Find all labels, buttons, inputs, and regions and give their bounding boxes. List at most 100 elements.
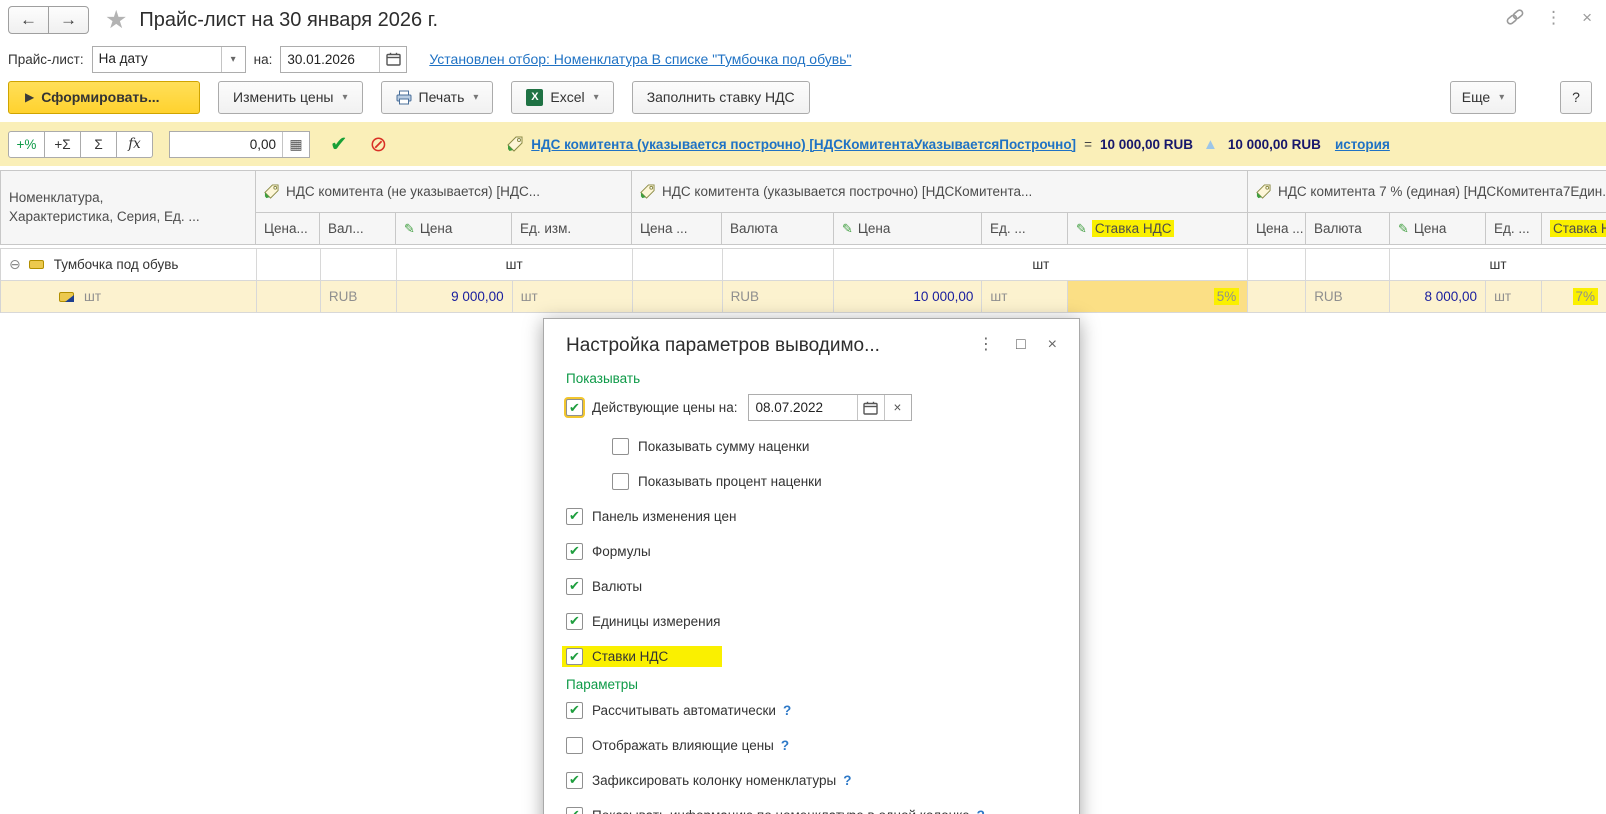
price-type-group-header[interactable]: НДС комитента 7 % (единая) [НДСКомитента… xyxy=(1248,170,1606,213)
price-type-group-header[interactable]: НДС комитента (указывается построчно) [Н… xyxy=(632,170,1248,213)
add-percent-button[interactable]: +% xyxy=(8,130,45,158)
kebab-menu-icon[interactable]: ⋮ xyxy=(1545,9,1562,26)
column-header[interactable]: Цена ... xyxy=(632,213,722,245)
column-header[interactable]: ✎ Цена xyxy=(1390,213,1486,245)
column-header[interactable]: ✎ Цена xyxy=(834,213,982,245)
clear-date-icon[interactable]: × xyxy=(883,395,911,420)
vat-rate-cell[interactable]: 7% xyxy=(1542,281,1606,313)
amount-input[interactable] xyxy=(170,131,282,157)
checkbox-vat-rates[interactable]: ✔ xyxy=(566,648,583,665)
param-label[interactable]: Зафиксировать колонку номенклатуры xyxy=(592,773,836,788)
column-header[interactable]: Ед. ... xyxy=(1486,213,1542,245)
vat-rate-cell[interactable]: 5% xyxy=(1068,281,1249,313)
column-header[interactable]: Ед. ... xyxy=(982,213,1068,245)
print-button[interactable]: Печать ▾ xyxy=(380,80,494,114)
column-header[interactable]: Цена... xyxy=(256,213,320,245)
checkbox-show-influencing[interactable] xyxy=(566,736,583,754)
unit-cell[interactable]: шт xyxy=(982,281,1069,313)
column-header[interactable]: ✎ Цена xyxy=(396,213,512,245)
help-button[interactable]: ? xyxy=(1560,80,1592,114)
checkbox-auto-calc[interactable]: ✔ xyxy=(566,701,583,719)
option-label[interactable]: Валюты xyxy=(592,579,642,594)
option-label[interactable]: Ставки НДС xyxy=(592,649,668,664)
column-header[interactable]: Валюта xyxy=(722,213,834,245)
chevron-down-icon[interactable]: ▾ xyxy=(220,46,245,72)
param-label[interactable]: Показывать информацию по номенклатуре в … xyxy=(592,808,970,814)
dialog-maximize-icon[interactable]: □ xyxy=(1016,335,1026,354)
price-type-link[interactable]: НДС комитента (указывается построчно) [Н… xyxy=(531,137,1076,152)
checkbox-fix-column[interactable]: ✔ xyxy=(566,771,583,789)
close-window-icon[interactable]: × xyxy=(1582,9,1592,26)
currency-cell[interactable]: RUB xyxy=(320,281,397,313)
checkbox-single-column-info[interactable]: ✔ xyxy=(566,806,583,814)
option-label[interactable]: Формулы xyxy=(592,544,651,559)
help-icon[interactable]: ? xyxy=(843,773,851,788)
calculator-icon[interactable]: ▦ xyxy=(282,131,309,157)
help-icon[interactable]: ? xyxy=(781,738,789,753)
option-label[interactable]: Показывать процент наценки xyxy=(638,474,822,489)
calendar-icon[interactable] xyxy=(856,395,884,420)
price-type-group-header[interactable]: НДС комитента (не указывается) [НДС... xyxy=(256,170,632,213)
dialog-date-input[interactable] xyxy=(748,395,857,420)
price-old-cell[interactable] xyxy=(1248,281,1307,313)
empty-cell[interactable] xyxy=(1248,249,1307,281)
formula-button[interactable]: fx xyxy=(116,130,153,158)
price-cell[interactable]: 8 000,00 xyxy=(1390,281,1487,313)
price-old-cell[interactable] xyxy=(632,281,723,313)
column-header[interactable]: Вал... xyxy=(320,213,396,245)
currency-cell[interactable]: RUB xyxy=(1306,281,1391,313)
checkbox-actual-prices[interactable]: ✔ xyxy=(566,399,583,416)
favorite-star-icon[interactable]: ★ xyxy=(105,5,127,35)
checkbox-price-panel[interactable]: ✔ xyxy=(566,507,583,525)
column-header-vat[interactable]: Ставка НДС xyxy=(1542,213,1606,245)
generate-button[interactable]: ▶ Сформировать... xyxy=(8,80,200,114)
empty-cell[interactable] xyxy=(256,249,321,281)
empty-cell[interactable] xyxy=(320,249,397,281)
excel-button[interactable]: X Excel ▾ xyxy=(511,80,614,114)
group-unit-cell[interactable]: шт xyxy=(396,249,633,281)
param-label[interactable]: Отображать влияющие цены xyxy=(592,738,774,753)
more-button[interactable]: Еще ▾ xyxy=(1450,80,1516,114)
history-link[interactable]: история xyxy=(1335,137,1390,152)
group-unit-cell[interactable]: шт xyxy=(1390,249,1606,281)
help-icon[interactable]: ? xyxy=(783,703,791,718)
table-row-item[interactable]: шт RUB 9 000,00 шт RUB 10 000,00 шт 5% R… xyxy=(1,281,1606,313)
selection-filter-link[interactable]: Установлен отбор: Номенклатура В списке … xyxy=(429,51,851,67)
fill-vat-button[interactable]: Заполнить ставку НДС xyxy=(631,80,810,114)
empty-cell[interactable] xyxy=(632,249,723,281)
checkbox-units[interactable]: ✔ xyxy=(566,612,583,630)
option-label[interactable]: Действующие цены на: xyxy=(592,400,738,415)
dialog-close-icon[interactable]: × xyxy=(1048,335,1057,354)
nomenclature-item-cell[interactable]: шт xyxy=(1,281,257,313)
collapse-icon[interactable]: ⊖ xyxy=(9,256,21,273)
checkbox-markup-sum[interactable] xyxy=(612,437,629,455)
back-button[interactable]: ← xyxy=(8,6,49,34)
forward-button[interactable]: → xyxy=(48,6,89,34)
empty-cell[interactable] xyxy=(1306,249,1391,281)
column-header[interactable]: Ед. изм. xyxy=(512,213,632,245)
checkbox-markup-percent[interactable] xyxy=(612,472,629,490)
pricelist-mode-combo[interactable]: На дату ▾ xyxy=(91,45,246,73)
calendar-icon[interactable] xyxy=(379,46,407,72)
unit-cell[interactable]: шт xyxy=(512,281,633,313)
table-row-group[interactable]: ⊖ Тумбочка под обувь шт шт шт xyxy=(1,249,1606,281)
get-link-icon[interactable] xyxy=(1505,8,1525,26)
cancel-icon[interactable]: ⊘ xyxy=(370,132,388,157)
price-cell[interactable]: 10 000,00 xyxy=(834,281,983,313)
change-prices-button[interactable]: Изменить цены ▾ xyxy=(218,80,363,114)
apply-check-icon[interactable]: ✔ xyxy=(330,132,348,157)
group-unit-cell[interactable]: шт xyxy=(834,249,1249,281)
column-header-vat[interactable]: ✎ Ставка НДС xyxy=(1068,213,1248,245)
price-old-cell[interactable] xyxy=(256,281,321,313)
nomenclature-group-cell[interactable]: ⊖ Тумбочка под обувь xyxy=(1,249,257,281)
checkbox-currencies[interactable]: ✔ xyxy=(566,577,583,595)
price-cell[interactable]: 9 000,00 xyxy=(396,281,513,313)
empty-cell[interactable] xyxy=(722,249,835,281)
currency-cell[interactable]: RUB xyxy=(722,281,835,313)
param-label[interactable]: Рассчитывать автоматически xyxy=(592,703,776,718)
unit-cell[interactable]: шт xyxy=(1486,281,1543,313)
option-label[interactable]: Единицы измерения xyxy=(592,614,720,629)
sum-button[interactable]: Σ xyxy=(80,130,117,158)
help-icon[interactable]: ? xyxy=(977,808,985,814)
column-header[interactable]: Цена ... xyxy=(1248,213,1306,245)
